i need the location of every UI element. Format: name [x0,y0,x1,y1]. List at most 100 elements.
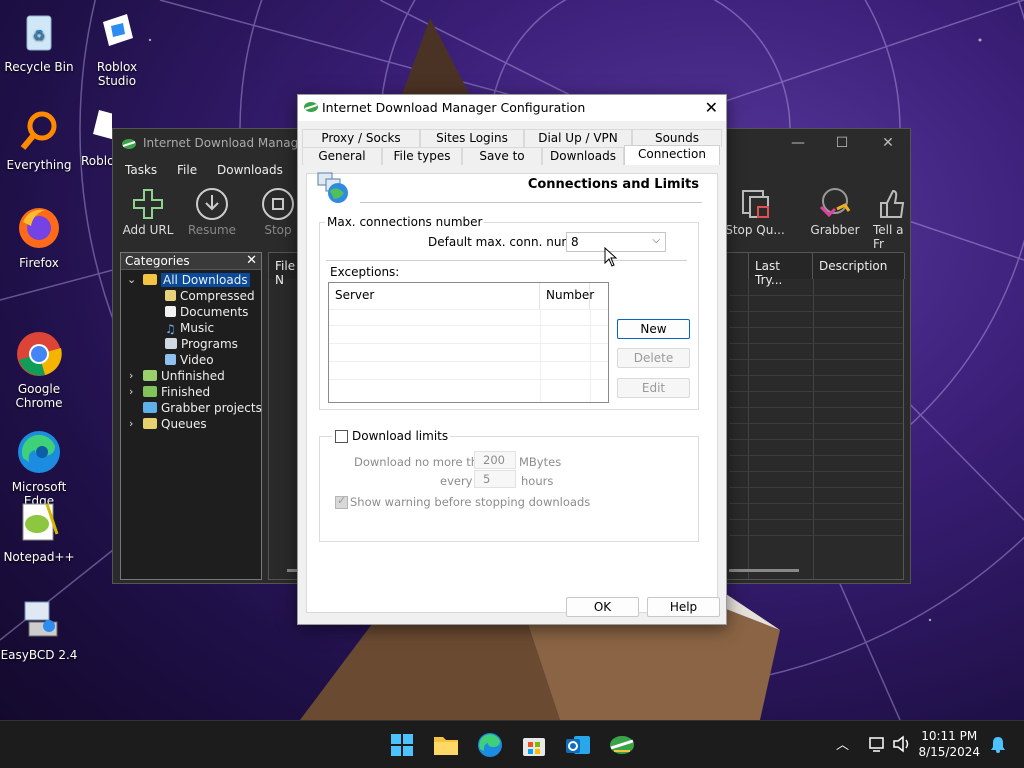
desktop-icon-label: Roblo [81,154,112,168]
row-divider [729,375,903,376]
close-panel-icon[interactable]: ✕ [246,253,257,268]
notification-bell-icon[interactable] [990,735,1006,753]
exceptions-list[interactable]: Server Number [328,282,609,403]
tell-a-friend-label: Tell a Fr [873,223,904,251]
tree-item-music[interactable]: ♫ Music [165,320,214,336]
chevron-right-icon[interactable]: › [129,417,133,430]
desktop-icon-roblox[interactable]: Roblo [78,106,112,168]
close-icon[interactable]: ✕ [873,135,903,151]
desktop-icon-everything[interactable]: Everything [0,106,78,172]
tab-connection[interactable]: Connection [624,145,720,165]
tab-file-types[interactable]: File types [382,147,462,165]
tree-item-finished[interactable]: Finished [143,384,210,400]
network-icon[interactable] [868,735,886,753]
tree-item-label: Finished [161,385,211,399]
tab-save-to[interactable]: Save to [462,147,542,165]
edit-exception-button[interactable]: Edit [617,378,690,398]
edge-icon[interactable] [474,729,506,761]
tree-item-label: Video [180,353,214,367]
mbytes-field[interactable]: 200 [474,451,516,469]
default-max-conn-value: 8 [571,235,579,249]
tree-item-all-downloads[interactable]: All Downloads [143,272,250,288]
desktop-icon-roblox-studio[interactable]: Roblox Studio [78,8,156,88]
desktop-icon-notepadpp[interactable]: Notepad++ [0,498,78,564]
ok-button[interactable]: OK [566,597,639,617]
tree-item-queues[interactable]: Queues [143,416,207,432]
row-divider [729,519,903,520]
row-divider [729,311,903,312]
idm-main-title: Internet Download Manager [143,136,311,150]
stop-queue-label: Stop Qu... [725,223,785,237]
desktop-icon-easybcd[interactable]: EasyBCD 2.4 [0,596,78,662]
thumbs-up-icon [873,185,913,223]
idm-configuration-dialog[interactable]: Internet Download Manager Configuration … [297,94,727,625]
tree-item-unfinished[interactable]: Unfinished [143,368,225,384]
tree-item-compressed[interactable]: Compressed [165,288,255,304]
horizontal-scrollbar[interactable] [729,569,799,572]
volume-icon[interactable] [892,735,912,753]
tab-sites-logins[interactable]: Sites Logins [420,129,524,147]
row-divider [729,439,903,440]
tell-a-friend-button[interactable]: Tell a Fr [865,185,913,251]
menu-file[interactable]: File [177,163,197,177]
tab-general[interactable]: General [302,147,382,165]
file-explorer-icon[interactable] [430,729,462,761]
tab-downloads[interactable]: Downloads [542,147,624,165]
grabber-icon [800,185,870,223]
chevron-up-icon[interactable]: ︿ [836,734,849,753]
hours-unit: hours [521,474,554,488]
folder-finished-icon [143,386,157,397]
column-divider [748,279,749,579]
minimize-icon[interactable]: — [783,135,813,151]
column-server[interactable]: Server [329,283,540,309]
download-limits-checkbox[interactable] [335,430,348,443]
hours-field[interactable]: 5 [474,470,516,488]
menu-downloads[interactable]: Downloads [217,163,283,177]
grabber-button[interactable]: Grabber [800,185,870,237]
easybcd-icon [15,596,63,644]
tree-item-label: Unfinished [161,369,225,383]
tree-item-grabber-projects[interactable]: Grabber projects [143,400,262,416]
tree-item-label: Compressed [180,289,255,303]
row-divider [729,503,903,504]
row-divider [729,487,903,488]
add-url-button[interactable]: Add URL [113,185,183,237]
outlook-icon[interactable] [562,729,594,761]
tree-item-documents[interactable]: Documents [165,304,248,320]
column-last-try[interactable]: Last Try... [748,253,813,287]
close-icon[interactable]: ✕ [705,98,718,117]
tab-dial-up-vpn[interactable]: Dial Up / VPN [524,129,632,147]
help-button[interactable]: Help [647,597,720,617]
everything-search-icon [15,106,63,154]
row-divider [729,407,903,408]
windows-start-icon[interactable] [386,729,418,761]
stop-queue-button[interactable]: Stop Qu... [720,185,790,237]
idm-taskbar-icon[interactable] [606,729,638,761]
delete-exception-button[interactable]: Delete [617,348,690,368]
dialog-titlebar[interactable]: Internet Download Manager Configuration … [298,95,726,121]
column-number[interactable]: Number [540,283,594,309]
tree-item-video[interactable]: Video [165,352,214,368]
column-description[interactable]: Description [813,253,905,279]
new-exception-button[interactable]: New [617,319,690,339]
microsoft-store-icon[interactable] [518,729,550,761]
program-window-icon [165,338,177,349]
chevron-down-icon[interactable]: ⌄ [127,273,136,286]
chevron-right-icon[interactable]: › [129,369,133,382]
row-divider [729,359,903,360]
resume-button[interactable]: Resume [177,185,247,237]
resume-label: Resume [187,223,237,237]
maximize-icon[interactable]: ☐ [827,135,857,151]
tree-item-programs[interactable]: Programs [165,336,238,352]
system-clock[interactable]: 10:11 PM 8/15/2024 [918,728,980,760]
show-warning-checkbox[interactable] [335,494,348,509]
desktop-icon-firefox[interactable]: Firefox [0,204,78,270]
chevron-right-icon[interactable]: › [129,385,133,398]
desktop-icon-recycle-bin[interactable]: ♻ Recycle Bin [0,8,78,74]
menu-tasks[interactable]: Tasks [125,163,157,177]
horizontal-scrollbar-left[interactable] [287,569,297,572]
stop-label: Stop [264,223,292,237]
tab-proxy-socks[interactable]: Proxy / Socks [302,129,420,147]
exceptions-separator [326,260,687,261]
list-row-line [329,379,608,380]
